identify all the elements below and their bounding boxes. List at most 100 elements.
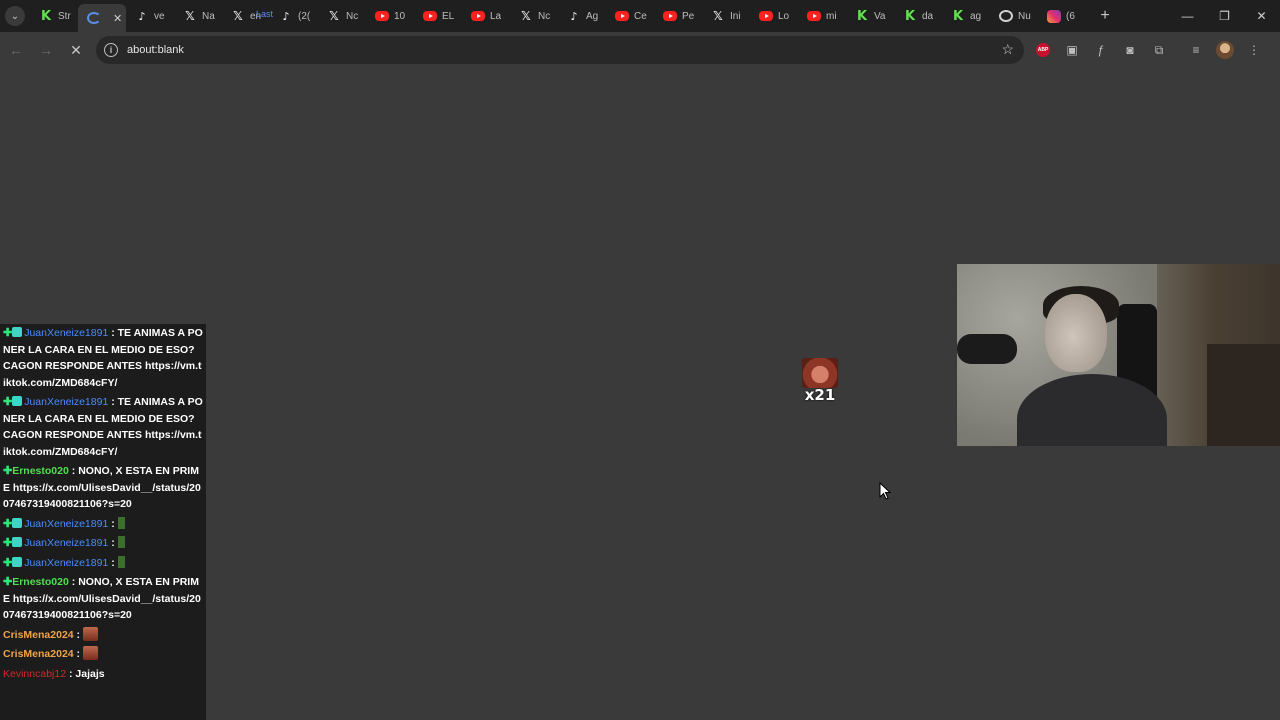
chat-message: Kevinncabj12 : Jajajs [3, 666, 203, 683]
browser-tab[interactable]: (6 [1038, 4, 1086, 28]
tab-label: EL [442, 10, 455, 22]
tab-label: (6 [1066, 10, 1075, 22]
screenshot-extension-button[interactable]: ◙ [1121, 41, 1139, 59]
browser-tab[interactable]: ♪ Ag [558, 4, 606, 28]
tiktok-icon: ♪ [138, 9, 146, 23]
chat-username[interactable]: JuanXeneize1891 [24, 518, 108, 530]
browser-tab[interactable]: EL [414, 4, 462, 28]
tab-label: (2( [298, 10, 311, 22]
moderator-badge-icon: ✚ [3, 556, 13, 569]
browser-tab[interactable]: Ce [606, 4, 654, 28]
youtube-icon [663, 11, 677, 21]
browser-tab[interactable]: Kda [894, 4, 942, 28]
emote-multiplier: x21 [804, 386, 836, 404]
extensions-puzzle-icon[interactable]: ⧉ [1150, 41, 1168, 59]
browser-tab[interactable]: 10 [366, 4, 414, 28]
minimize-button[interactable]: — [1169, 0, 1206, 32]
chat-username[interactable]: CrisMena2024 [3, 629, 74, 641]
tab-label: Pe [682, 10, 695, 22]
new-tab-button[interactable]: + [1090, 7, 1120, 25]
emote-face-icon [802, 358, 838, 388]
chat-separator: : [73, 628, 83, 641]
moderator-badge-icon: ✚ [3, 576, 13, 588]
tab-label: La [490, 10, 502, 22]
extensions-row: ABP ▣ ƒ ◙ ⧉ ≡ ⋮ [1034, 36, 1263, 64]
chat-separator: : [73, 648, 83, 660]
bookmark-star-icon[interactable]: ☆ [1001, 41, 1014, 58]
kick-icon: K [952, 8, 964, 24]
browser-tab[interactable]: Pe [654, 4, 702, 28]
moderator-badge-icon: ✚ [3, 396, 13, 408]
webcam-person-head [1045, 294, 1107, 372]
tab-strip: ⌄ K Str ✕ ♪ ve 𝕏 Na 𝕏en ♪ (2(𝕏 Nc 10 EL La 𝕏 Nc ♪ Ag Ce Pe 𝕏… [0, 0, 1280, 32]
stop-loading-button[interactable]: ✕ [62, 36, 90, 64]
tab-label: Lo [778, 10, 790, 22]
tab-label: Nc [538, 10, 551, 22]
emote-combo: x21 [802, 358, 838, 406]
tab-label: Na [202, 10, 215, 22]
tab-close-button[interactable]: ✕ [113, 12, 122, 25]
screen: ⌄ K Str ✕ ♪ ve 𝕏 Na 𝕏en ♪ (2(𝕏 Nc 10 EL La 𝕏 Nc ♪ Ag Ce Pe 𝕏… [0, 0, 1280, 720]
chat-username[interactable]: JuanXeneize1891 [24, 537, 108, 549]
script-extension-button[interactable]: ƒ [1092, 41, 1110, 59]
tiktok-icon: ♪ [570, 9, 578, 23]
chat-message: ✚ JuanXeneize1891 : TE ANIMAS A PONER LA … [3, 394, 203, 460]
chat-username[interactable]: JuanXeneize1891 [24, 396, 108, 408]
subscriber-badge-icon [12, 517, 23, 528]
chevron-down-icon: ⌄ [5, 6, 25, 26]
media-control-icon[interactable]: ≡ [1187, 41, 1205, 59]
chat-username[interactable]: JuanXeneize1891 [24, 557, 108, 569]
browser-tab[interactable]: ♪ (2( [270, 4, 318, 28]
chat-username[interactable]: JuanXeneize1891 [24, 327, 108, 339]
chat-message: ✚ JuanXeneize1891 : [3, 535, 203, 552]
chat-username[interactable]: CrisMena2024 [3, 648, 74, 660]
chat-message: ✚Ernesto020 : NONO, X ESTA EN PRIME http… [3, 463, 203, 513]
subscriber-badge-icon [12, 396, 23, 406]
chat-separator: : [108, 396, 118, 408]
restore-button[interactable]: ❐ [1206, 0, 1243, 32]
browser-tab[interactable]: 𝕏 Nc [510, 4, 558, 28]
youtube-icon [471, 11, 485, 21]
close-window-button[interactable]: ✕ [1243, 0, 1280, 32]
chat-message: ✚ JuanXeneize1891 : [3, 516, 203, 533]
adblock-extension-button[interactable]: ABP [1034, 41, 1052, 59]
chat-message: ✚ JuanXeneize1891 : TE ANIMAS A PONER LA … [3, 325, 203, 391]
browser-tab[interactable]: 𝕏 Nc [318, 4, 366, 28]
browser-tab[interactable]: ♪ ve [126, 4, 174, 28]
browser-tab[interactable]: Kag [942, 4, 990, 28]
chat-message: ✚Ernesto020 : NONO, X ESTA EN PRIME http… [3, 574, 203, 624]
chat-separator: : [68, 465, 79, 477]
github-icon [999, 10, 1013, 22]
extension-button[interactable]: ▣ [1063, 41, 1081, 59]
browser-tab[interactable]: La [462, 4, 510, 28]
forward-button[interactable]: → [32, 36, 60, 64]
browser-tab[interactable]: Nu [990, 4, 1038, 28]
chat-username[interactable]: Ernesto020 [12, 465, 69, 477]
browser-tab[interactable]: mi [798, 4, 846, 28]
tab-search-button[interactable]: ⌄ [0, 0, 30, 32]
chat-emote-icon [82, 646, 98, 660]
tab-label: da [922, 10, 934, 22]
browser-tab[interactable]: Lo [750, 4, 798, 28]
chat-separator: : [108, 537, 118, 549]
back-button[interactable]: ← [2, 36, 30, 64]
browser-tab[interactable]: K Va [846, 4, 894, 28]
chat-username[interactable]: Kevinncabj12 [3, 668, 66, 680]
youtube-icon [759, 11, 773, 21]
avatar [1216, 41, 1234, 59]
chat-separator: : [68, 576, 79, 588]
address-bar[interactable]: i about:blank ☆ [96, 36, 1024, 64]
menu-kebab-icon[interactable]: ⋮ [1245, 41, 1263, 59]
browser-tab[interactable]: 𝕏 Ini [702, 4, 750, 28]
browser-tab[interactable]: ✕ [78, 4, 126, 32]
profile-avatar[interactable] [1216, 41, 1234, 59]
address-text[interactable]: about:blank [127, 44, 184, 56]
mouse-cursor-icon [879, 481, 892, 505]
info-icon[interactable]: i [104, 43, 118, 57]
chat-username[interactable]: Ernesto020 [12, 576, 69, 588]
webcam-overlay [957, 264, 1280, 446]
tab-label: mi [826, 10, 837, 22]
browser-tab[interactable]: K Str [30, 4, 78, 28]
webcam-shelf [1207, 344, 1280, 446]
browser-tab[interactable]: 𝕏 Na [174, 4, 222, 28]
